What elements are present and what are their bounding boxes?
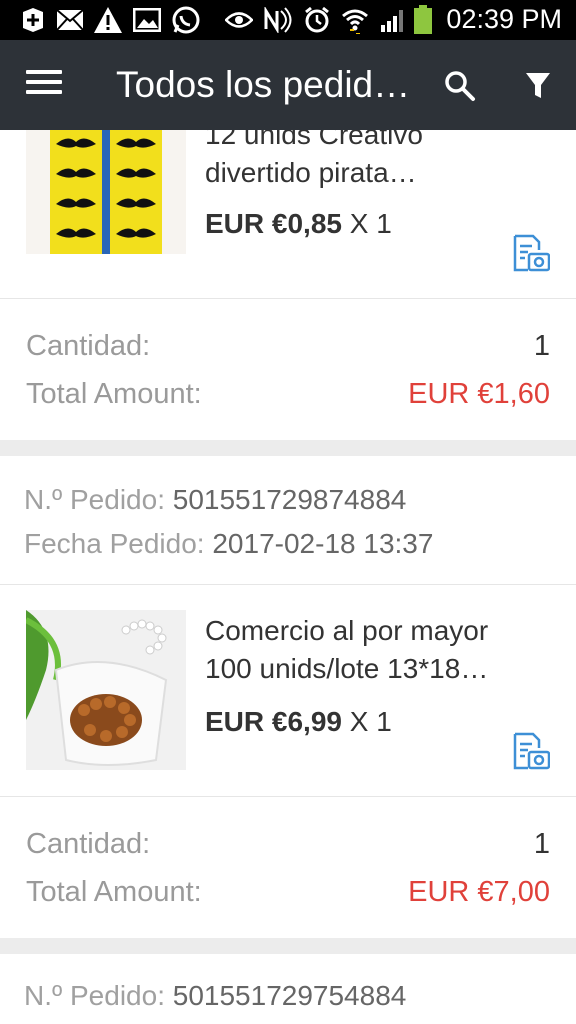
product-thumbnail[interactable]: [26, 130, 186, 254]
add-notification-icon: [18, 6, 48, 34]
image-icon: [132, 6, 162, 34]
mail-icon: [55, 6, 85, 34]
quantity-value: 1: [533, 330, 550, 362]
order-card: N.º Pedido: 501551729874884 Fecha Pedido…: [0, 456, 576, 938]
product-price: EUR €0,85 X 1: [205, 208, 392, 240]
order-number[interactable]: N.º Pedido: 501551729874884: [24, 484, 406, 516]
battery-icon: [412, 5, 434, 34]
price-value: EUR €0,85: [205, 208, 342, 239]
eye-icon: [224, 6, 254, 34]
order-number-value: 501551729754884: [172, 980, 407, 1011]
product-title-line2: divertido pirata…: [205, 157, 417, 188]
app-bar: Todos los pedid…: [0, 40, 576, 130]
nfc-icon: [262, 6, 294, 34]
page-title: Todos los pedid…: [116, 64, 411, 105]
whatsapp-icon: [170, 6, 202, 34]
filter-icon[interactable]: [514, 62, 562, 110]
alarm-icon: [302, 6, 332, 34]
quantity-label: Cantidad:: [26, 330, 151, 362]
order-date: Fecha Pedido: 2017-02-18 13:37: [24, 528, 433, 560]
product-title-line1: 12 unids Creativo: [205, 130, 423, 150]
total-value: EUR €7,00: [408, 876, 550, 908]
signal-icon: [378, 6, 408, 34]
order-number-label: N.º Pedido:: [24, 484, 165, 515]
product-price: EUR €6,99 X 1: [205, 706, 392, 738]
status-time: 02:39 PM: [446, 4, 562, 34]
status-bar: 02:39 PM: [0, 0, 576, 40]
order-date-value: 2017-02-18 13:37: [212, 528, 434, 559]
order-number[interactable]: N.º Pedido: 501551729754884: [24, 980, 406, 1012]
product-title[interactable]: Comercio al por mayor 100 unids/lote 13*…: [205, 612, 545, 688]
product-thumbnail[interactable]: [26, 610, 186, 770]
orders-list[interactable]: 12 unids Creativo divertido pirata… EUR …: [0, 130, 576, 1024]
photo-review-icon[interactable]: [512, 234, 551, 272]
warning-icon: [92, 6, 124, 34]
search-icon[interactable]: [436, 62, 484, 110]
total-label: Total Amount:: [26, 876, 202, 908]
photo-review-icon[interactable]: [512, 732, 551, 770]
quantity-label: X 1: [349, 706, 392, 737]
product-title-line2: 100 unids/lote 13*18…: [205, 653, 489, 684]
quantity-row: Cantidad: 1: [26, 828, 550, 861]
wifi-icon: [340, 6, 370, 34]
total-label: Total Amount:: [26, 378, 202, 410]
total-row: Total Amount: EUR €7,00: [26, 876, 550, 909]
quantity-label: Cantidad:: [26, 828, 151, 860]
quantity-value: 1: [533, 828, 550, 860]
order-number-label: N.º Pedido:: [24, 980, 165, 1011]
order-date-label: Fecha Pedido:: [24, 528, 205, 559]
product-title-line1: Comercio al por mayor: [205, 615, 489, 646]
quantity-row: Cantidad: 1: [26, 330, 550, 363]
order-number-value: 501551729874884: [172, 484, 407, 515]
menu-icon[interactable]: [26, 70, 62, 100]
total-value: EUR €1,60: [408, 378, 550, 410]
order-card: N.º Pedido: 501551729754884: [0, 954, 576, 1024]
price-value: EUR €6,99: [205, 706, 342, 737]
total-row: Total Amount: EUR €1,60: [26, 378, 550, 411]
quantity-label: X 1: [349, 208, 392, 239]
order-card: 12 unids Creativo divertido pirata… EUR …: [0, 130, 576, 440]
product-title[interactable]: 12 unids Creativo divertido pirata…: [205, 130, 545, 192]
